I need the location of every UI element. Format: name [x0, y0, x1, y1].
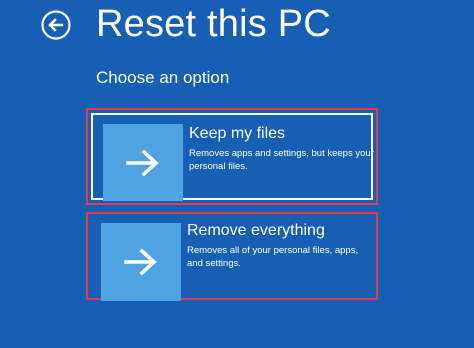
option-frame: Remove everything Removes all of your pe…	[91, 217, 373, 301]
option-description: Removes apps and settings, but keeps you…	[189, 148, 374, 172]
option-title: Remove everything	[187, 222, 325, 239]
keep-my-files-option[interactable]: Keep my files Removes apps and settings,…	[86, 108, 378, 205]
back-arrow-icon	[41, 10, 71, 40]
option-title: Keep my files	[189, 125, 286, 142]
remove-everything-option[interactable]: Remove everything Removes all of your pe…	[86, 212, 378, 301]
arrow-right-icon	[126, 148, 159, 177]
arrow-right-icon	[124, 248, 157, 276]
option-focus-frame: Keep my files Removes apps and settings,…	[91, 113, 374, 201]
page-subtitle: Choose an option	[96, 68, 230, 87]
option-tile	[101, 223, 181, 301]
back-button[interactable]	[41, 10, 71, 40]
option-description: Removes all of your personal files, apps…	[187, 245, 359, 269]
page-title: Reset this PC	[96, 3, 331, 45]
option-tile	[103, 124, 183, 201]
